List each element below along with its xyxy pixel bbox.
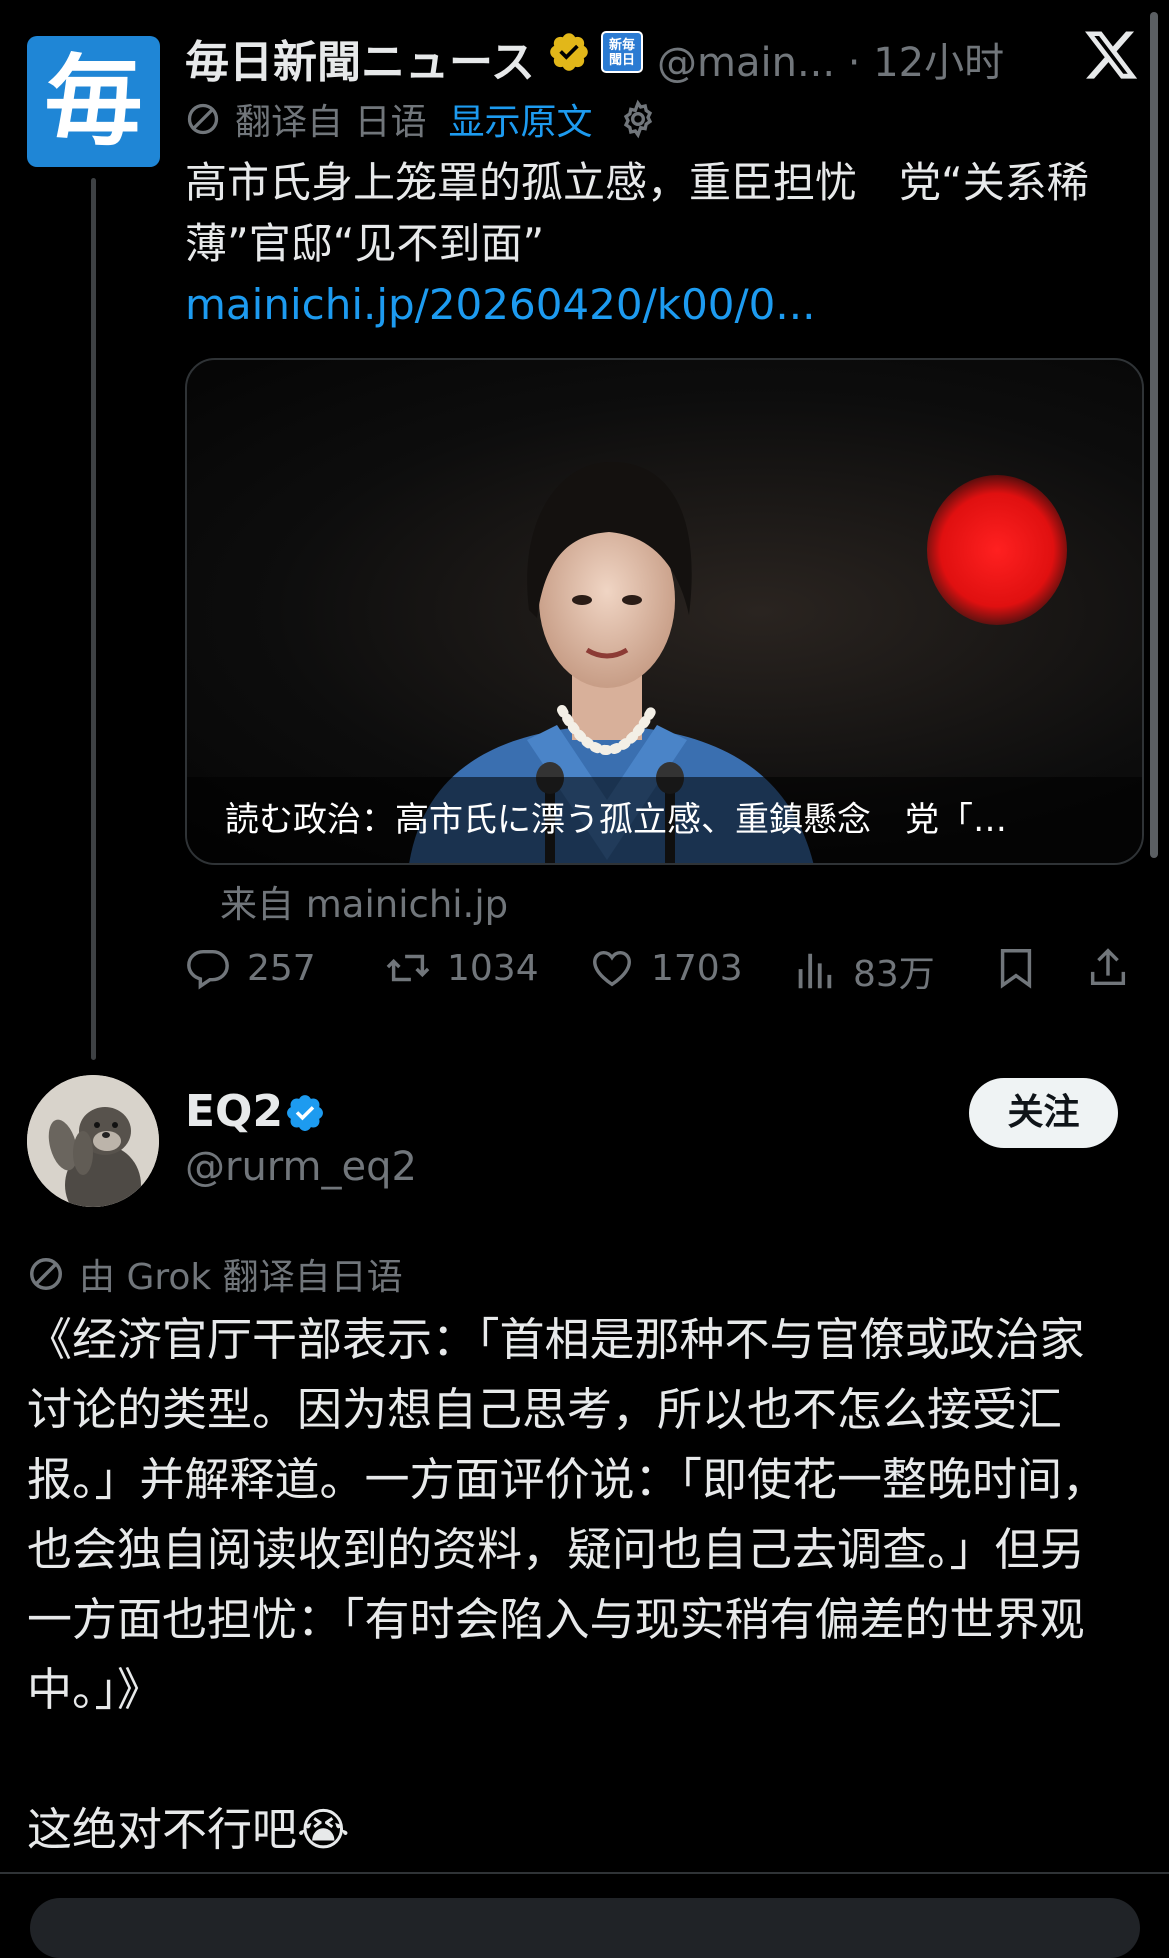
- grok-translation-row: 由 Grok 翻译自日语: [27, 1248, 403, 1300]
- divider: [0, 1872, 1169, 1874]
- handle-2[interactable]: @rurm_eq2: [185, 1144, 417, 1190]
- share-icon: [1090, 948, 1126, 986]
- media-caption: 読む政治：高市氏に漂う孤立感、重鎮懸念 党「…: [187, 777, 1142, 863]
- like-count: 1703: [651, 947, 743, 989]
- verified-gold-icon: [550, 33, 588, 71]
- author-name-2[interactable]: EQ2: [185, 1086, 283, 1137]
- like-button[interactable]: 1703: [589, 945, 743, 991]
- affiliate-badge-icon[interactable]: 新毎聞日: [601, 31, 643, 73]
- translation-row: 翻译自 日语 显示原文: [185, 93, 658, 145]
- handle-and-time[interactable]: @main... · 12小时: [657, 30, 1004, 88]
- bookmark-button[interactable]: [993, 945, 1055, 991]
- post-2-comment: 这绝对不行吧😭: [27, 1803, 350, 1856]
- show-original-link[interactable]: 显示原文: [448, 93, 592, 145]
- repost-icon: [386, 954, 430, 982]
- post-text: 高市氏身上笼罩的孤立感，重臣担忧 党“关系稀薄”官邸“见不到面” mainich…: [185, 152, 1115, 335]
- bookmark-icon: [1000, 949, 1032, 989]
- otter-avatar[interactable]: [27, 1075, 159, 1207]
- scrollbar[interactable]: [1150, 12, 1158, 858]
- thread-connector-line: [91, 178, 96, 1060]
- author-name[interactable]: 毎日新聞ニュース: [185, 26, 535, 90]
- follow-button[interactable]: 关注: [969, 1078, 1118, 1148]
- like-icon: [593, 950, 631, 987]
- translate-icon: [187, 103, 219, 135]
- views-count: 83万: [853, 954, 935, 995]
- mainichi-avatar[interactable]: 毎: [27, 36, 160, 167]
- gear-icon[interactable]: [618, 99, 658, 139]
- reply-button[interactable]: 257: [185, 945, 316, 991]
- views-icon: [798, 953, 832, 989]
- views-button[interactable]: 83万: [791, 945, 935, 997]
- article-link[interactable]: mainichi.jp/20260420/k00/0...: [185, 280, 815, 329]
- translate-icon: [30, 1258, 62, 1290]
- translated-from-label: 翻译自 日语: [235, 102, 427, 143]
- verified-blue-icon: [287, 1095, 323, 1131]
- source-label[interactable]: 来自 mainichi.jp: [220, 874, 508, 928]
- action-bar: 257 1034 1703 83万: [185, 945, 1135, 995]
- grok-translation-label: 由 Grok 翻译自日语: [79, 1257, 403, 1298]
- reply-composer-bar[interactable]: [30, 1898, 1140, 1958]
- background-red-light: [927, 475, 1067, 625]
- link-preview-card[interactable]: 読む政治：高市氏に漂う孤立感、重鎮懸念 党「…: [185, 358, 1144, 865]
- repost-button[interactable]: 1034: [385, 945, 539, 991]
- reply-count: 257: [247, 947, 316, 989]
- post-2-body: 《经济官厅干部表示：「首相是那种不与官僚或政治家讨论的类型。因为想自己思考，所以…: [27, 1313, 1108, 1716]
- x-logo-icon[interactable]: [1082, 26, 1140, 84]
- share-button[interactable]: [1085, 945, 1147, 991]
- otter-avatar-image: [27, 1075, 159, 1207]
- repost-count: 1034: [447, 947, 539, 989]
- reply-icon: [187, 949, 229, 990]
- post-body: 高市氏身上笼罩的孤立感，重臣担忧 党“关系稀薄”官邸“见不到面”: [185, 158, 1089, 268]
